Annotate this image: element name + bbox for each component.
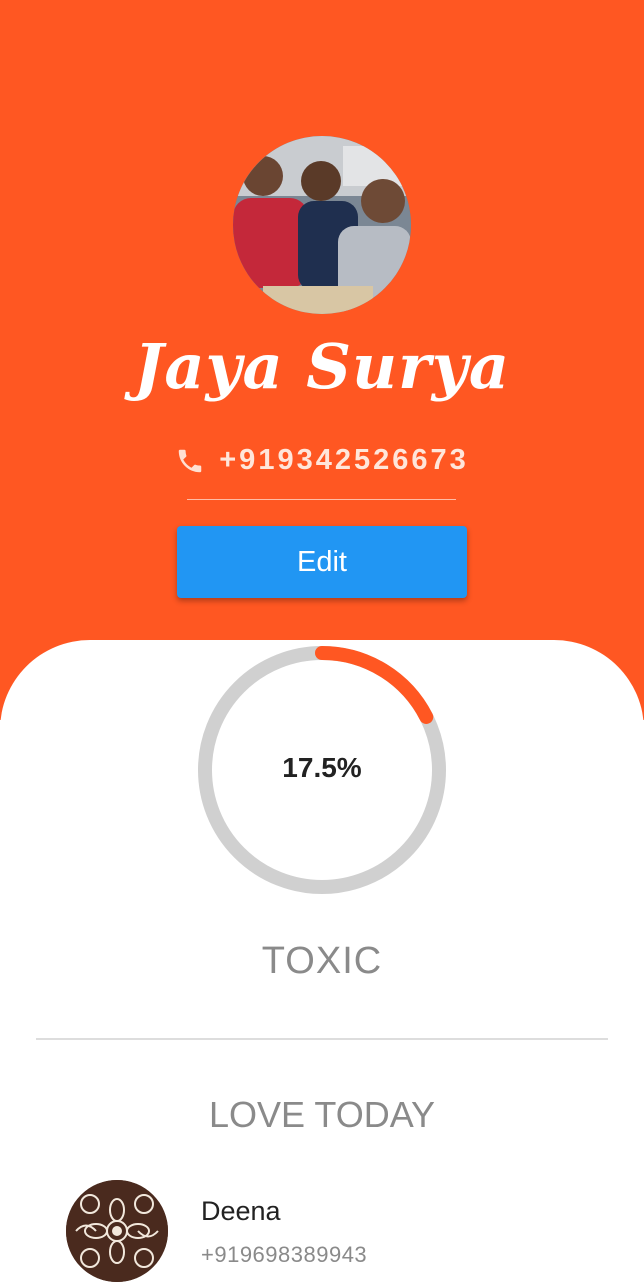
profile-avatar[interactable] <box>233 136 411 314</box>
section-divider <box>36 1038 608 1040</box>
contact-name: Deena <box>201 1196 281 1226</box>
profile-phone-row: +919342526673 <box>0 444 644 477</box>
section-title: LOVE TODAY <box>208 1094 436 1135</box>
toxicity-category: TOXIC <box>261 940 383 982</box>
edit-button[interactable]: Edit <box>177 526 467 598</box>
header-divider <box>187 499 456 500</box>
profile-phone: +919342526673 <box>219 444 469 476</box>
contact-avatar <box>66 1180 168 1282</box>
contact-item[interactable]: Deena +919698389943 <box>66 1180 626 1282</box>
toxicity-percent: 17.5% <box>282 752 362 783</box>
profile-name: Jaya Surya <box>133 330 510 403</box>
phone-icon <box>179 449 202 472</box>
flower-pattern-image <box>66 1180 168 1282</box>
profile-photo <box>233 136 411 314</box>
contact-phone: +919698389943 <box>201 1242 368 1267</box>
